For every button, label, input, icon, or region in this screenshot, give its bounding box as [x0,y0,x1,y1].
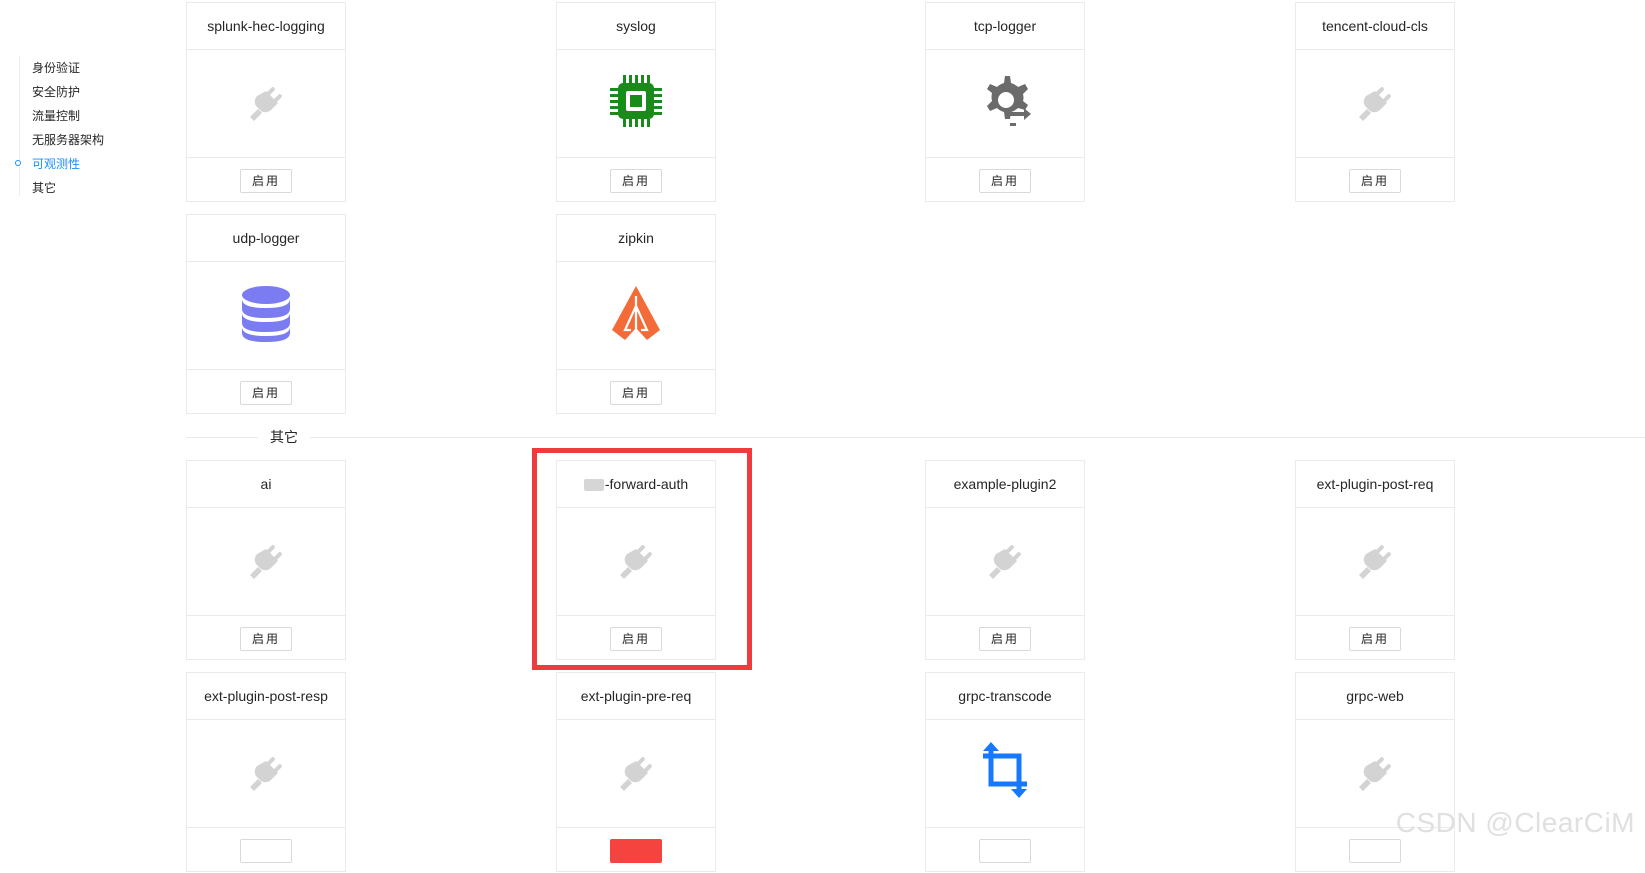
plug-icon [1353,79,1397,128]
plugin-name: ext-plugin-pre-req [557,673,715,720]
enable-button[interactable] [979,838,1031,863]
anchor-nav: 身份验证 安全防护 流量控制 无服务器架构 可观测性 其它 [15,56,158,200]
plugin-card-udp-logger: udp-logger 启用 [186,214,346,414]
plugin-name: splunk-hec-logging [187,3,345,50]
anchor-item-observability[interactable]: 可观测性 [15,152,158,176]
plug-icon [244,749,288,798]
plug-icon [244,79,288,128]
enable-button[interactable]: 启用 [1349,168,1401,193]
plugin-card-ext-plugin-post-resp: ext-plugin-post-resp [186,672,346,872]
anchor-item-traffic[interactable]: 流量控制 [18,104,158,128]
anchor-item-serverless[interactable]: 无服务器架构 [18,128,158,152]
section-title-other: 其它 [258,427,310,447]
enable-button[interactable]: 启用 [240,380,292,405]
enable-button[interactable]: 启用 [979,626,1031,651]
plugin-card-syslog: syslog 启用 [556,2,716,202]
anchor-item-other[interactable]: 其它 [18,176,158,200]
enable-button[interactable]: 启用 [1349,626,1401,651]
plugin-card-zipkin: zipkin 启用 [556,214,716,414]
chip-icon [607,72,665,135]
plug-icon [1353,749,1397,798]
plugin-card-ext-plugin-post-req: ext-plugin-post-req 启用 [1295,460,1455,660]
plug-icon [244,537,288,586]
gear-exchange-icon [976,72,1034,135]
plugin-card-example-plugin2: example-plugin2 启用 [925,460,1085,660]
plugin-name: grpc-transcode [926,673,1084,720]
plugin-name: tcp-logger [926,3,1084,50]
plug-icon [614,749,658,798]
plugin-card-tencent-cloud-cls: tencent-cloud-cls 启用 [1295,2,1455,202]
plugin-name: example-plugin2 [926,461,1084,508]
enable-button[interactable] [610,838,662,863]
enable-button[interactable]: 启用 [240,168,292,193]
plugin-name: ai [187,461,345,508]
plugin-name: udp-logger [187,215,345,262]
plugin-card-grpc-web: grpc-web [1295,672,1455,872]
anchor-item-label: 可观测性 [32,157,81,171]
anchor-item-auth[interactable]: 身份验证 [18,56,158,80]
zipkin-icon [609,284,663,347]
plug-icon [983,537,1027,586]
section-divider [186,437,1645,438]
enable-button[interactable]: 启用 [979,168,1031,193]
enable-button[interactable] [240,838,292,863]
active-dot-icon [15,160,21,166]
plugin-card-splunk-hec-logging: splunk-hec-logging 启用 [186,2,346,202]
enable-button[interactable]: 启用 [240,626,292,651]
plugin-name: zipkin [557,215,715,262]
plugin-card-ai: ai 启用 [186,460,346,660]
database-icon [238,283,294,348]
plug-icon [1353,537,1397,586]
plugin-name: ext-plugin-post-resp [187,673,345,720]
plugin-card-tcp-logger: tcp-logger 启用 [925,2,1085,202]
plugin-name: grpc-web [1296,673,1454,720]
plugin-card-ext-plugin-pre-req: ext-plugin-pre-req [556,672,716,872]
highlight-box [532,448,752,670]
plugin-name: tencent-cloud-cls [1296,3,1454,50]
enable-button[interactable]: 启用 [610,168,662,193]
crop-icon [977,742,1033,805]
plugin-card-grpc-transcode: grpc-transcode [925,672,1085,872]
enable-button[interactable]: 启用 [610,380,662,405]
enable-button[interactable] [1349,838,1401,863]
plugin-name: ext-plugin-post-req [1296,461,1454,508]
plugin-name: syslog [557,3,715,50]
anchor-item-security[interactable]: 安全防护 [18,80,158,104]
watermark-text: CSDN @ClearCiM [1395,807,1635,838]
